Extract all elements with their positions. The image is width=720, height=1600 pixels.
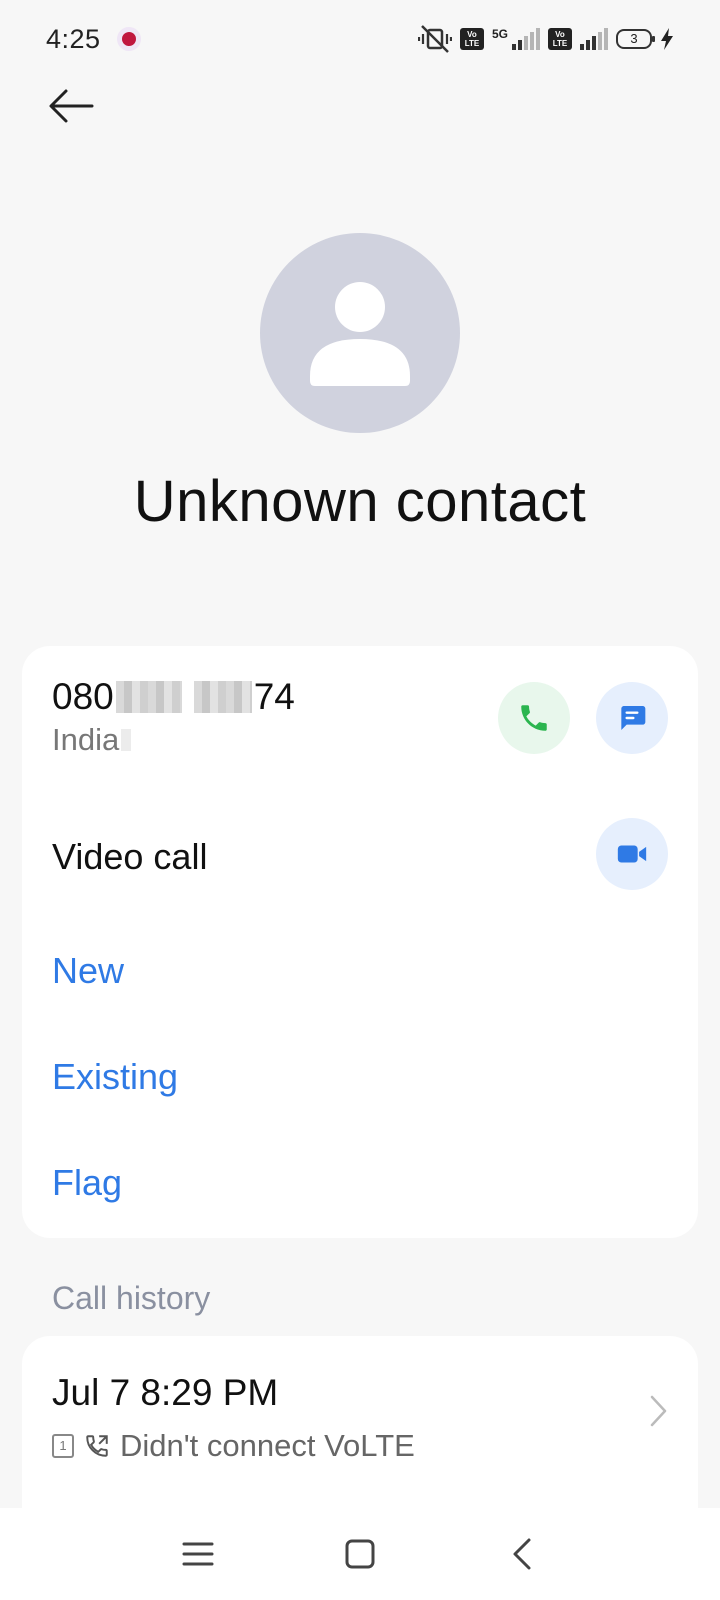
call-history-card: Jul 7 8:29 PM 1 Didn't connect VoLTE: [22, 1336, 698, 1536]
contact-actions-card: 080 74 India Video call New Existing Fla…: [22, 646, 698, 1238]
flag-link[interactable]: Flag: [52, 1162, 122, 1204]
nav-back-button[interactable]: [498, 1530, 546, 1578]
phone-number-suffix: 74: [253, 676, 295, 717]
navigation-bar: [0, 1508, 720, 1600]
message-icon: [621, 706, 646, 730]
back-icon: [513, 1538, 531, 1570]
call-button[interactable]: [498, 682, 570, 754]
status-time: 4:25: [46, 23, 101, 54]
status-bar: 4:25 Vo LTE 5G Vo LTE 3: [0, 0, 720, 78]
signal-strength-icon-2: [580, 28, 608, 50]
video-call-label[interactable]: Video call: [52, 836, 207, 878]
call-history-detail: 1 Didn't connect VoLTE: [52, 1428, 415, 1464]
call-history-time: Jul 7 8:29 PM: [52, 1372, 279, 1413]
message-button[interactable]: [596, 682, 668, 754]
redacted-digits-2: [193, 681, 252, 713]
call-history-status: Didn't connect VoLTE: [120, 1428, 415, 1463]
video-camera-icon: [617, 845, 647, 863]
battery-icon: 3: [616, 29, 655, 49]
nav-home-button[interactable]: [336, 1530, 384, 1578]
phone-number: 080 74: [52, 676, 295, 718]
new-contact-link[interactable]: New: [52, 950, 124, 992]
back-button[interactable]: [48, 86, 96, 126]
phone-icon: [521, 705, 547, 731]
redacted-region: [121, 729, 132, 751]
sim-icon: 1: [52, 1434, 74, 1458]
chevron-right-icon: [650, 1395, 667, 1427]
outgoing-call-icon: [86, 1435, 108, 1457]
phone-number-prefix: 080: [52, 676, 114, 717]
person-icon: [310, 282, 410, 386]
arrow-left-icon: [49, 89, 94, 123]
phone-region-label: India: [52, 722, 120, 757]
signal-strength-icon: [512, 28, 540, 50]
video-call-button[interactable]: [596, 818, 668, 890]
nav-menu-button[interactable]: [174, 1530, 222, 1578]
app-notification-icon: [116, 27, 141, 51]
status-icons: Vo LTE 5G Vo LTE 3: [417, 24, 674, 54]
vibrate-mute-icon: [417, 25, 452, 53]
volte-icon: Vo LTE: [459, 28, 484, 50]
phone-number-row[interactable]: 080 74 India: [52, 676, 295, 758]
home-icon: [345, 1539, 375, 1569]
redacted-digits: [115, 681, 182, 713]
volte-icon-2: Vo LTE: [548, 28, 572, 50]
contact-detail-screen: 4:25 Vo LTE 5G Vo LTE 3 Unknown contact …: [0, 0, 720, 1600]
charging-icon: [661, 28, 673, 50]
call-history-heading: Call history: [52, 1280, 211, 1316]
contact-name: Unknown contact: [133, 469, 587, 534]
add-to-existing-link[interactable]: Existing: [52, 1056, 178, 1098]
network-type: 5G: [491, 27, 508, 41]
avatar: [260, 233, 460, 433]
menu-icon: [182, 1542, 214, 1566]
phone-region: India: [52, 722, 295, 758]
